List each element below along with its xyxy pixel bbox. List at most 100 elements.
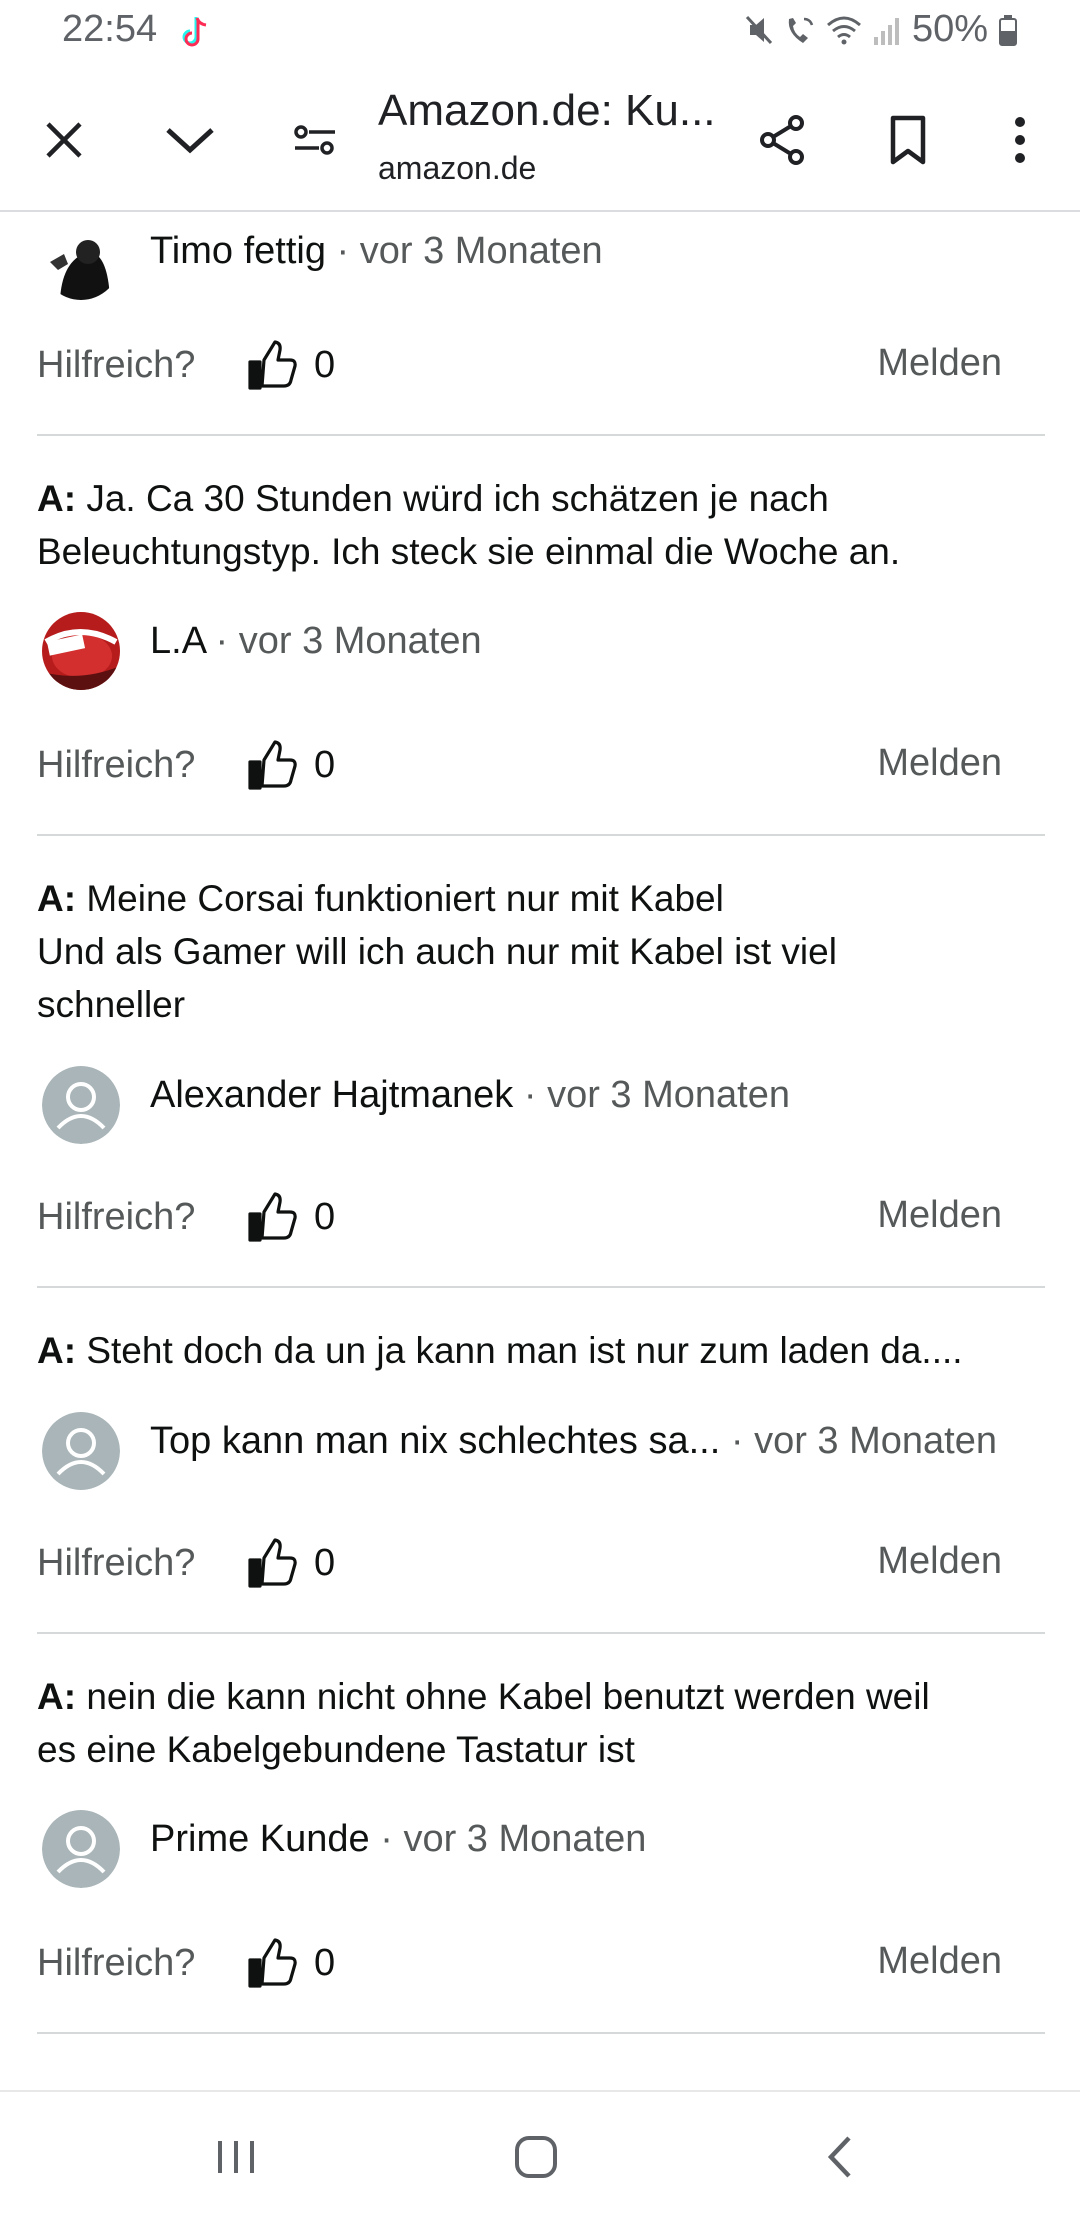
back-button[interactable] (800, 2122, 880, 2192)
avatar (42, 1412, 120, 1490)
home-icon (515, 2136, 557, 2178)
answer-line: Meine Corsai funktioniert nur mit Kabel (86, 878, 724, 919)
answer-line: es eine Kabelgebundene Tastatur ist (37, 1729, 635, 1770)
answer-line: schneller (37, 984, 186, 1025)
answer-text: A: Steht doch da un ja kann man ist nur … (37, 1324, 1047, 1377)
answer-date: · vor 3 Monaten (215, 620, 482, 662)
answer-line: Beleuchtungstyp. Ich steck sie einmal di… (37, 531, 901, 572)
divider (37, 1632, 1045, 1634)
bookmark-button[interactable] (868, 100, 948, 180)
answer-prefix: A: (37, 878, 77, 919)
signal-icon (873, 17, 899, 45)
page-url: amazon.de (378, 150, 537, 186)
helpful-label: Hilfreich? (37, 1542, 196, 1584)
report-link[interactable]: Melden (877, 342, 1002, 385)
divider (37, 434, 1045, 436)
status-time: 22:54 (62, 8, 158, 50)
answer-text: A: nein die kann nicht ohne Kabel benutz… (37, 1670, 1047, 1776)
answer-prefix: A: (37, 478, 77, 519)
battery-icon (999, 14, 1017, 46)
site-settings-icon (294, 125, 335, 155)
answer-line: Und als Gamer will ich auch nur mit Kabe… (37, 931, 837, 972)
battery-percent: 50% (911, 8, 988, 50)
author-line: Prime Kunde · vor 3 Monaten (150, 1818, 646, 1861)
more-vert-icon (1015, 117, 1025, 163)
answer-line: Steht doch da un ja kann man ist nur zum… (86, 1330, 963, 1371)
thumbs-up-icon[interactable] (246, 1538, 298, 1590)
close-icon (46, 122, 82, 158)
answer-prefix: A: (37, 1676, 77, 1717)
answer-date: · vor 3 Monaten (380, 1818, 647, 1860)
share-icon (760, 115, 804, 165)
mute-icon (745, 15, 773, 44)
avatar-image (42, 612, 120, 690)
recent-apps-button[interactable] (196, 2122, 276, 2192)
answer-line: Ja. Ca 30 Stunden würd ich schätzen je n… (86, 478, 829, 519)
answer-date: · vor 3 Monaten (730, 1420, 997, 1462)
system-nav-bar (0, 2090, 1080, 2222)
answer-text: A: Meine Corsai funktioniert nur mit Kab… (37, 872, 1047, 1031)
thumbs-up-icon[interactable] (246, 340, 298, 392)
author-name[interactable]: Alexander Hajtmanek (150, 1074, 513, 1116)
author-line: Top kann man nix schlechtes sa... · vor … (150, 1420, 997, 1463)
recent-apps-icon (218, 2141, 254, 2173)
avatar (42, 612, 120, 690)
close-button[interactable] (24, 100, 104, 180)
status-bar: 22:54 50% (0, 0, 1080, 68)
browser-toolbar: Amazon.de: Ku... amazon.de (0, 68, 1080, 212)
helpful-row: Hilfreich? 0 Melden (0, 1184, 1080, 1254)
page-title: Amazon.de: Ku... (378, 86, 716, 135)
answers-list: Timo fettig · vor 3 Monaten Hilfreich? 0… (0, 210, 1080, 2090)
author-name[interactable]: L.A (150, 620, 205, 662)
helpful-row: Hilfreich? 0 Melden (0, 332, 1080, 402)
answer-prefix: A: (37, 1330, 77, 1371)
avatar (42, 1066, 120, 1144)
avatar (42, 222, 120, 300)
default-avatar-icon (42, 1412, 120, 1490)
helpful-count: 0 (314, 1196, 336, 1238)
avatar (42, 1810, 120, 1888)
helpful-label: Hilfreich? (37, 744, 196, 786)
default-avatar-icon (42, 1066, 120, 1144)
home-button[interactable] (496, 2122, 576, 2192)
answer-line: nein die kann nicht ohne Kabel benutzt w… (86, 1676, 930, 1717)
answer-date: · vor 3 Monaten (336, 230, 603, 272)
report-link[interactable]: Melden (877, 1540, 1002, 1583)
report-link[interactable]: Melden (877, 742, 1002, 785)
helpful-row: Hilfreich? 0 Melden (0, 1530, 1080, 1600)
back-icon (827, 2136, 851, 2178)
helpful-label: Hilfreich? (37, 1196, 196, 1238)
avatar-image (42, 222, 120, 300)
author-line: Alexander Hajtmanek · vor 3 Monaten (150, 1074, 790, 1117)
divider (37, 1286, 1045, 1288)
helpful-label: Hilfreich? (37, 1942, 196, 1984)
divider (37, 834, 1045, 836)
helpful-count: 0 (314, 1542, 336, 1584)
more-options-button[interactable] (980, 100, 1060, 180)
report-link[interactable]: Melden (877, 1194, 1002, 1237)
share-button[interactable] (742, 100, 822, 180)
site-settings-button[interactable] (275, 100, 355, 180)
report-link[interactable]: Melden (877, 1940, 1002, 1983)
author-line: Timo fettig · vor 3 Monaten (150, 230, 603, 273)
wifi-call-icon (788, 17, 814, 43)
helpful-count: 0 (314, 1942, 336, 1984)
minimize-button[interactable] (150, 100, 230, 180)
answer-date: · vor 3 Monaten (523, 1074, 791, 1116)
status-icons: 50% (744, 8, 1018, 51)
helpful-row: Hilfreich? 0 Melden (0, 732, 1080, 802)
thumbs-up-icon[interactable] (246, 1938, 298, 1990)
helpful-count: 0 (314, 744, 336, 786)
helpful-row: Hilfreich? 0 Melden (0, 1930, 1080, 2000)
author-name[interactable]: Top kann man nix schlechtes sa... (150, 1420, 720, 1462)
author-name[interactable]: Timo fettig (150, 230, 326, 272)
helpful-count: 0 (314, 344, 336, 386)
wifi-icon (826, 16, 861, 44)
bookmark-icon (890, 115, 926, 165)
author-name[interactable]: Prime Kunde (150, 1818, 370, 1860)
default-avatar-icon (42, 1810, 120, 1888)
thumbs-up-icon[interactable] (246, 740, 298, 792)
answer-text: A: Ja. Ca 30 Stunden würd ich schätzen j… (37, 472, 1047, 578)
tiktok-icon (182, 17, 207, 47)
thumbs-up-icon[interactable] (246, 1192, 298, 1244)
